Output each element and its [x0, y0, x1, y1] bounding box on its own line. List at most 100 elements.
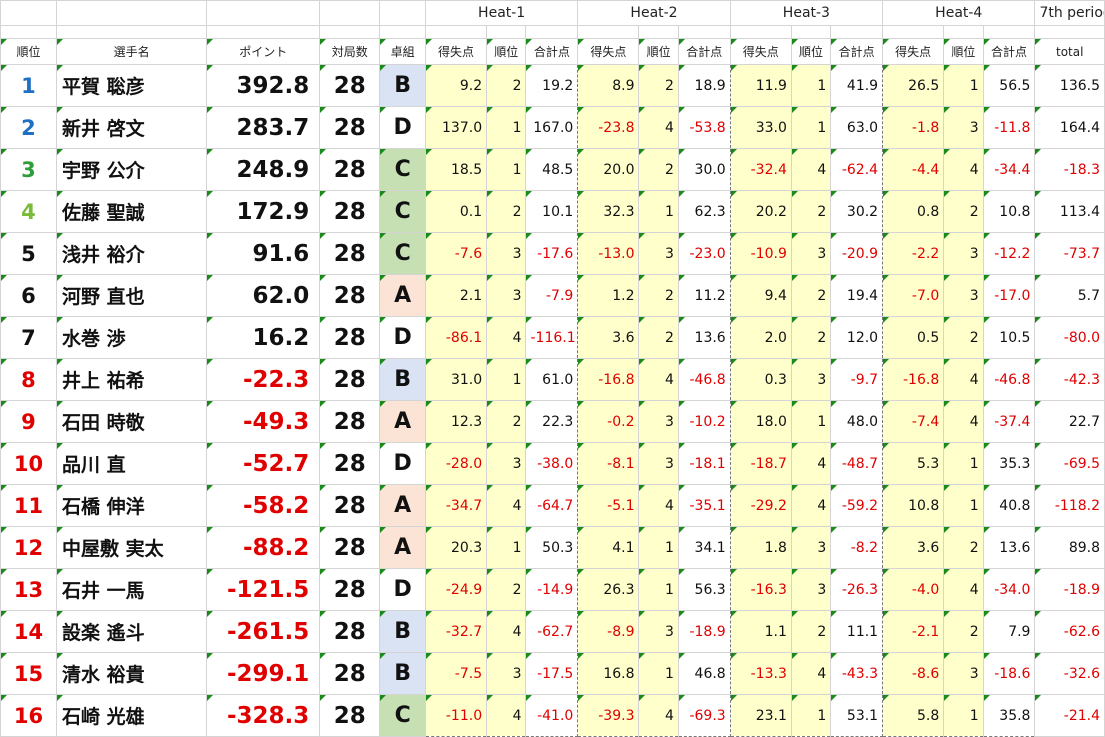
heat-3-place-cell[interactable]: 4: [790, 442, 832, 485]
rank-cell[interactable]: 1: [0, 64, 57, 107]
rank-cell[interactable]: 10: [0, 442, 57, 485]
total-cell[interactable]: -73.7: [1034, 232, 1105, 275]
heat-4-place-cell[interactable]: 3: [943, 274, 984, 317]
group-cell[interactable]: A: [379, 526, 426, 569]
heat-2-subtotal-cell[interactable]: -18.1: [677, 442, 731, 485]
group-cell[interactable]: B: [379, 64, 426, 107]
heat-2-subtotal-cell[interactable]: 34.1: [677, 526, 731, 569]
points-cell[interactable]: -261.5: [206, 610, 321, 653]
heat-1-subtotal-cell[interactable]: 48.5: [525, 148, 579, 191]
heat-2-place-cell[interactable]: 1: [638, 526, 679, 569]
group-cell[interactable]: D: [379, 442, 426, 485]
games-cell[interactable]: 28: [319, 64, 381, 107]
heat-1-subtotal-cell[interactable]: -7.9: [525, 274, 579, 317]
group-cell[interactable]: D: [379, 106, 426, 149]
heat-4-score-cell[interactable]: -4.4: [882, 148, 945, 191]
heat-2-score-cell[interactable]: 16.8: [577, 652, 640, 695]
points-cell[interactable]: 283.7: [206, 106, 321, 149]
heat-2-place-cell[interactable]: 4: [638, 484, 679, 527]
heat-1-score-cell[interactable]: -7.5: [424, 652, 488, 695]
heat-2-score-cell[interactable]: -13.0: [577, 232, 640, 275]
heat-4-place-cell[interactable]: 2: [943, 190, 984, 233]
heat-1-score-cell[interactable]: -86.1: [424, 316, 488, 359]
heat-1-place-cell[interactable]: 1: [486, 106, 527, 149]
heat-2-place-cell[interactable]: 3: [638, 232, 679, 275]
blank-cell[interactable]: [677, 25, 731, 39]
player-name-cell[interactable]: 石崎 光雄: [55, 694, 208, 737]
heat-3-place-cell[interactable]: 4: [790, 148, 832, 191]
heat-3-subtotal-cell[interactable]: -48.7: [830, 442, 884, 485]
heat-1-subtotal-cell[interactable]: 19.2: [525, 64, 579, 107]
points-cell[interactable]: -299.1: [206, 652, 321, 695]
heat-4-subtotal-cell[interactable]: 35.8: [982, 694, 1036, 737]
rank-cell[interactable]: 7: [0, 316, 57, 359]
heat-3-subtotal-cell[interactable]: 30.2: [830, 190, 884, 233]
player-name-cell[interactable]: 設楽 遙斗: [55, 610, 208, 653]
heat-1-score-cell[interactable]: 18.5: [424, 148, 488, 191]
heat-3-score-cell[interactable]: 1.1: [729, 610, 792, 653]
heat-1-score-header[interactable]: 得失点: [424, 38, 488, 65]
heat-2-subtotal-header[interactable]: 合計点: [677, 38, 731, 65]
total-cell[interactable]: -118.2: [1034, 484, 1105, 527]
total-header[interactable]: total: [1034, 38, 1105, 65]
player-name-cell[interactable]: 品川 直: [55, 442, 208, 485]
heat-4-place-cell[interactable]: 3: [943, 652, 984, 695]
heat-4-subtotal-cell[interactable]: 13.6: [982, 526, 1036, 569]
heat-3-score-cell[interactable]: -18.7: [729, 442, 792, 485]
heat-2-subtotal-cell[interactable]: 30.0: [677, 148, 731, 191]
heat-4-score-header[interactable]: 得失点: [882, 38, 945, 65]
games-header[interactable]: 対局数: [319, 38, 381, 65]
heat-4-place-cell[interactable]: 1: [943, 694, 984, 737]
heat-1-subtotal-cell[interactable]: -116.1: [525, 316, 579, 359]
heat-4-place-cell[interactable]: 4: [943, 400, 984, 443]
heat-4-place-cell[interactable]: 3: [943, 106, 984, 149]
player-name-cell[interactable]: 石田 時敬: [55, 400, 208, 443]
points-cell[interactable]: -49.3: [206, 400, 321, 443]
rank-header[interactable]: 順位: [0, 38, 57, 65]
player-name-cell[interactable]: 新井 啓文: [55, 106, 208, 149]
blank-cell[interactable]: [882, 25, 945, 39]
heat-1-score-cell[interactable]: 137.0: [424, 106, 488, 149]
group-cell[interactable]: D: [379, 316, 426, 359]
heat-1-place-cell[interactable]: 1: [486, 526, 527, 569]
heat-1-place-cell[interactable]: 4: [486, 694, 527, 737]
heat-3-place-cell[interactable]: 3: [790, 526, 832, 569]
total-cell[interactable]: 113.4: [1034, 190, 1105, 233]
player-name-cell[interactable]: 清水 裕貴: [55, 652, 208, 695]
heat-4-subtotal-cell[interactable]: -17.0: [982, 274, 1036, 317]
heat-3-score-cell[interactable]: 11.9: [729, 64, 792, 107]
points-cell[interactable]: 91.6: [206, 232, 321, 275]
player-name-cell[interactable]: 佐藤 聖誠: [55, 190, 208, 233]
heat-4-place-cell[interactable]: 4: [943, 568, 984, 611]
heat-2-place-cell[interactable]: 3: [638, 400, 679, 443]
heat-3-score-cell[interactable]: 2.0: [729, 316, 792, 359]
heat-1-place-cell[interactable]: 2: [486, 568, 527, 611]
rank-cell[interactable]: 8: [0, 358, 57, 401]
points-cell[interactable]: 392.8: [206, 64, 321, 107]
heat-1-subtotal-cell[interactable]: -64.7: [525, 484, 579, 527]
heat-2-subtotal-cell[interactable]: -46.8: [677, 358, 731, 401]
heat-2-score-cell[interactable]: 32.3: [577, 190, 640, 233]
heat-2-subtotal-cell[interactable]: -18.9: [677, 610, 731, 653]
games-cell[interactable]: 28: [319, 316, 381, 359]
heat-1-subtotal-cell[interactable]: -17.5: [525, 652, 579, 695]
heat-2-place-cell[interactable]: 2: [638, 148, 679, 191]
blank-cell[interactable]: [379, 0, 426, 26]
heat-3-place-cell[interactable]: 1: [790, 64, 832, 107]
heat-4-score-cell[interactable]: -8.6: [882, 652, 945, 695]
heat-4-score-cell[interactable]: 0.8: [882, 190, 945, 233]
group-header[interactable]: 卓組: [379, 38, 426, 65]
heat-1-subtotal-cell[interactable]: -41.0: [525, 694, 579, 737]
rank-cell[interactable]: 12: [0, 526, 57, 569]
games-cell[interactable]: 28: [319, 400, 381, 443]
heat-1-score-cell[interactable]: 0.1: [424, 190, 488, 233]
games-cell[interactable]: 28: [319, 106, 381, 149]
heat-3-score-cell[interactable]: -10.9: [729, 232, 792, 275]
rank-cell[interactable]: 9: [0, 400, 57, 443]
heat-1-place-header[interactable]: 順位: [486, 38, 527, 65]
heat-1-subtotal-cell[interactable]: -17.6: [525, 232, 579, 275]
player-name-cell[interactable]: 宇野 公介: [55, 148, 208, 191]
heat-3-subtotal-cell[interactable]: 19.4: [830, 274, 884, 317]
heat-2-subtotal-cell[interactable]: 18.9: [677, 64, 731, 107]
heat-4-subtotal-cell[interactable]: 40.8: [982, 484, 1036, 527]
